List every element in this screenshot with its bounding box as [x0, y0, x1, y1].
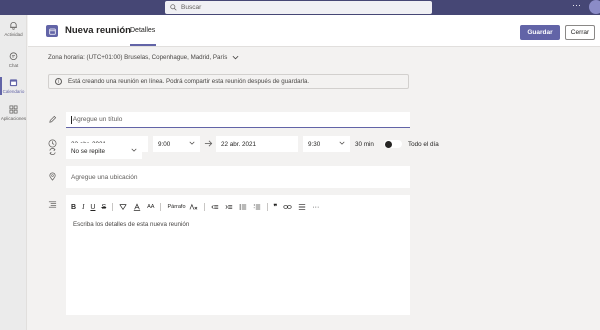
calendar-icon	[9, 77, 19, 87]
quote-button[interactable]: ❞	[274, 202, 278, 212]
rail-item-activity[interactable]: Actividad	[0, 20, 27, 37]
chevron-down-icon	[131, 148, 137, 152]
apps-icon	[9, 104, 19, 114]
bell-icon	[9, 20, 19, 30]
font-size-button[interactable]: AA	[147, 202, 154, 212]
text-align-icon	[48, 201, 57, 208]
rail-label-chat: Chat	[8, 63, 19, 68]
tab-selected-indicator	[130, 44, 156, 46]
rail-label-activity: Actividad	[4, 32, 23, 37]
underline-button[interactable]: U	[90, 202, 95, 212]
rail-item-chat[interactable]: Chat	[0, 51, 27, 68]
highlight-button[interactable]	[119, 202, 127, 212]
outdent-icon	[210, 205, 218, 209]
meeting-form: Nueva reunión Detalles Guardar Cerrar Zo…	[28, 15, 600, 330]
meeting-header: Nueva reunión Detalles Guardar Cerrar	[28, 15, 600, 47]
online-meeting-notice: i Está creando una reunión en línea. Pod…	[48, 74, 409, 89]
toolbar-divider	[160, 203, 162, 211]
chevron-down-icon	[339, 141, 345, 145]
search-icon	[170, 4, 177, 11]
clear-format-button[interactable]	[189, 202, 198, 212]
end-time-field[interactable]: 9:30	[303, 136, 350, 152]
details-placeholder: Escriba los detalles de esta nueva reuni…	[73, 221, 190, 228]
strikethrough-button[interactable]: S	[101, 202, 106, 212]
indent-button[interactable]	[225, 202, 233, 212]
calendar-icon	[46, 25, 58, 37]
font-color-button[interactable]	[133, 202, 141, 212]
duration-label: 30 min	[355, 141, 374, 148]
rail-label-calendar: Calendario	[2, 89, 25, 94]
toolbar-divider	[112, 203, 114, 211]
horizontal-rule-icon	[299, 204, 306, 210]
notice-text: Está creando una reunión en línea. Podrá…	[68, 78, 310, 85]
close-button[interactable]: Cerrar	[565, 25, 595, 40]
italic-button[interactable]: I	[82, 202, 84, 212]
format-toolbar: B I U S AA Párrafo ❞ ···	[71, 202, 325, 212]
title-input[interactable]: Agregue un título	[66, 112, 410, 128]
clear-format-icon	[189, 203, 197, 210]
more-format-button[interactable]: ···	[312, 202, 319, 212]
location-input[interactable]: Agregue una ubicación	[66, 166, 410, 188]
numbered-list-icon	[253, 204, 260, 210]
arrow-right-icon	[204, 140, 213, 147]
repeat-icon-visible	[49, 148, 56, 155]
bullet-list-icon	[239, 204, 246, 210]
avatar[interactable]	[589, 0, 600, 14]
paragraph-dropdown[interactable]: Párrafo	[167, 202, 185, 212]
details-editor[interactable]: B I U S AA Párrafo ❞ ··· Escriba los det…	[66, 195, 410, 315]
save-button[interactable]: Guardar	[520, 25, 560, 40]
title-placeholder: Agregue un título	[72, 116, 123, 123]
start-time-value: 9:00	[158, 140, 171, 148]
end-time-value: 9:30	[308, 140, 321, 148]
numbered-list-button[interactable]	[253, 202, 261, 212]
bold-button[interactable]: B	[71, 202, 76, 212]
repeat-value: No se repite	[71, 147, 105, 155]
bullet-list-button[interactable]	[239, 202, 247, 212]
end-date-value: 22 abr. 2021	[221, 140, 257, 148]
top-bar: Buscar ···	[0, 0, 600, 15]
rail-label-apps: Aplicaciones	[0, 116, 27, 121]
start-time-field[interactable]: 9:00	[153, 136, 200, 152]
chat-icon	[9, 51, 19, 61]
info-icon: i	[55, 78, 62, 85]
end-date-field[interactable]: 22 abr. 2021	[216, 136, 298, 152]
rail-item-calendar[interactable]: Calendario	[0, 77, 27, 95]
toolbar-divider	[203, 203, 205, 211]
page-title: Nueva reunión	[65, 25, 131, 36]
all-day-label: Todo el día	[408, 141, 439, 148]
link-icon	[283, 205, 292, 209]
more-options-button[interactable]: ···	[572, 1, 581, 10]
left-rail: Actividad Chat Calendario Aplicaciones	[0, 15, 27, 330]
timezone-label: Zona horaria: (UTC+01:00) Bruselas, Cope…	[48, 54, 228, 61]
timezone-selector[interactable]: Zona horaria: (UTC+01:00) Bruselas, Cope…	[48, 54, 239, 61]
all-day-toggle[interactable]	[383, 139, 403, 149]
outdent-button[interactable]	[210, 202, 219, 212]
horizontal-rule-button[interactable]	[298, 202, 306, 212]
link-button[interactable]	[283, 202, 292, 212]
pencil-icon	[49, 115, 57, 123]
repeat-dropdown[interactable]: No se repite	[66, 143, 142, 159]
search-box[interactable]: Buscar	[165, 1, 432, 14]
rail-item-apps[interactable]: Aplicaciones	[0, 104, 27, 121]
location-placeholder: Agregue una ubicación	[71, 173, 138, 181]
location-pin-icon	[49, 172, 56, 181]
toolbar-divider	[266, 203, 268, 211]
highlight-icon	[119, 204, 127, 211]
toggle-knob	[385, 141, 392, 148]
chevron-down-icon	[232, 55, 239, 60]
font-color-icon	[133, 203, 141, 211]
search-placeholder: Buscar	[181, 4, 202, 11]
chevron-down-icon	[189, 141, 195, 145]
tab-details[interactable]: Detalles	[130, 27, 155, 34]
indent-icon	[225, 205, 232, 209]
